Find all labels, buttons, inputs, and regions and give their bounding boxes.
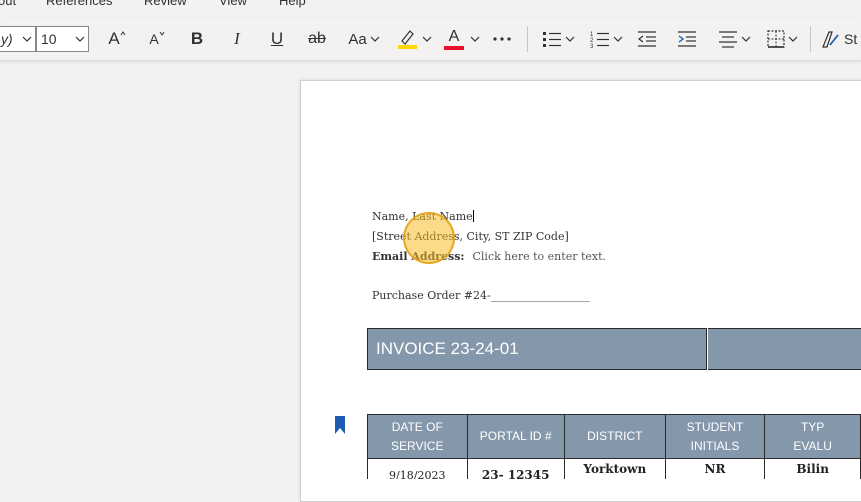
chevron-down-icon — [422, 36, 432, 42]
invoice-header-bar: INVOICE 23-24-01 — [367, 328, 861, 370]
address-line[interactable]: [Street Address, City, ST ZIP Code] — [372, 230, 569, 243]
more-icon — [493, 37, 511, 41]
ribbon-toolbar: y) 10 A A B I U ab Aa A 1 2 3 St — [0, 18, 861, 61]
chevron-down-icon — [72, 36, 88, 42]
strikethrough-button[interactable]: ab — [302, 22, 332, 56]
more-options-button[interactable] — [488, 22, 516, 56]
shrink-font-button[interactable]: A — [144, 22, 170, 56]
font-color-label: A — [448, 27, 460, 45]
chevron-down-icon — [470, 36, 480, 42]
font-name-dropdown[interactable]: y) — [0, 26, 36, 52]
chevron-down-icon — [741, 36, 750, 42]
text-cursor — [472, 210, 474, 222]
numbering-button[interactable]: 123 — [586, 22, 626, 56]
numbered-list-icon: 123 — [590, 32, 609, 48]
svg-text:3: 3 — [590, 44, 594, 48]
caret-up-icon — [120, 31, 126, 36]
font-color-swatch — [444, 45, 464, 50]
decrease-indent-icon — [638, 31, 656, 47]
tab-references[interactable]: References — [46, 0, 112, 8]
chevron-down-icon — [565, 36, 574, 42]
font-color-button[interactable]: A — [442, 22, 482, 56]
chevron-down-icon — [370, 36, 380, 42]
chevron-down-icon — [19, 36, 35, 42]
increase-indent-icon — [678, 31, 696, 47]
menu-bar: out References Review View Help — [0, 0, 861, 18]
chevron-down-icon — [613, 36, 622, 42]
bullets-button[interactable] — [538, 22, 578, 56]
purchase-order-line[interactable]: Purchase Order #24-__________________ — [372, 289, 590, 302]
italic-button[interactable]: I — [224, 22, 250, 56]
tab-help[interactable]: Help — [279, 0, 306, 8]
toolbar-divider — [810, 26, 811, 52]
borders-icon — [766, 30, 785, 48]
invoice-header-cell[interactable] — [708, 328, 861, 370]
font-size-value: 10 — [41, 31, 57, 47]
caret-down-icon — [159, 31, 165, 36]
grow-font-button[interactable]: A — [104, 22, 130, 56]
styles-button[interactable]: St — [820, 22, 861, 56]
shrink-font-label: A — [149, 31, 159, 47]
toolbar-divider — [527, 26, 528, 52]
tab-layout[interactable]: out — [0, 0, 16, 8]
align-button[interactable] — [714, 22, 754, 56]
highlighter-icon — [398, 30, 417, 49]
font-name-value: y) — [1, 31, 13, 47]
increase-indent-button[interactable] — [674, 22, 700, 56]
bold-button[interactable]: B — [184, 22, 210, 56]
tab-review[interactable]: Review — [144, 0, 187, 8]
borders-button[interactable] — [762, 22, 802, 56]
decrease-indent-button[interactable] — [634, 22, 660, 56]
grow-font-label: A — [108, 29, 120, 48]
bookmark-icon[interactable] — [335, 416, 345, 434]
invoice-title[interactable]: INVOICE 23-24-01 — [367, 328, 707, 370]
tab-view[interactable]: View — [219, 0, 247, 8]
align-center-icon — [718, 31, 737, 48]
styles-icon — [822, 31, 839, 48]
styles-label: St — [844, 31, 858, 47]
font-size-dropdown[interactable]: 10 — [36, 26, 89, 52]
underline-button[interactable]: U — [264, 22, 290, 56]
highlight-color-button[interactable] — [394, 22, 434, 56]
click-indicator — [403, 212, 455, 264]
change-case-label: Aa — [348, 30, 367, 48]
chevron-down-icon — [788, 36, 797, 42]
email-placeholder-field[interactable]: Click here to enter text. — [473, 250, 607, 263]
bullet-list-icon — [542, 32, 561, 47]
change-case-button[interactable]: Aa — [344, 22, 384, 56]
